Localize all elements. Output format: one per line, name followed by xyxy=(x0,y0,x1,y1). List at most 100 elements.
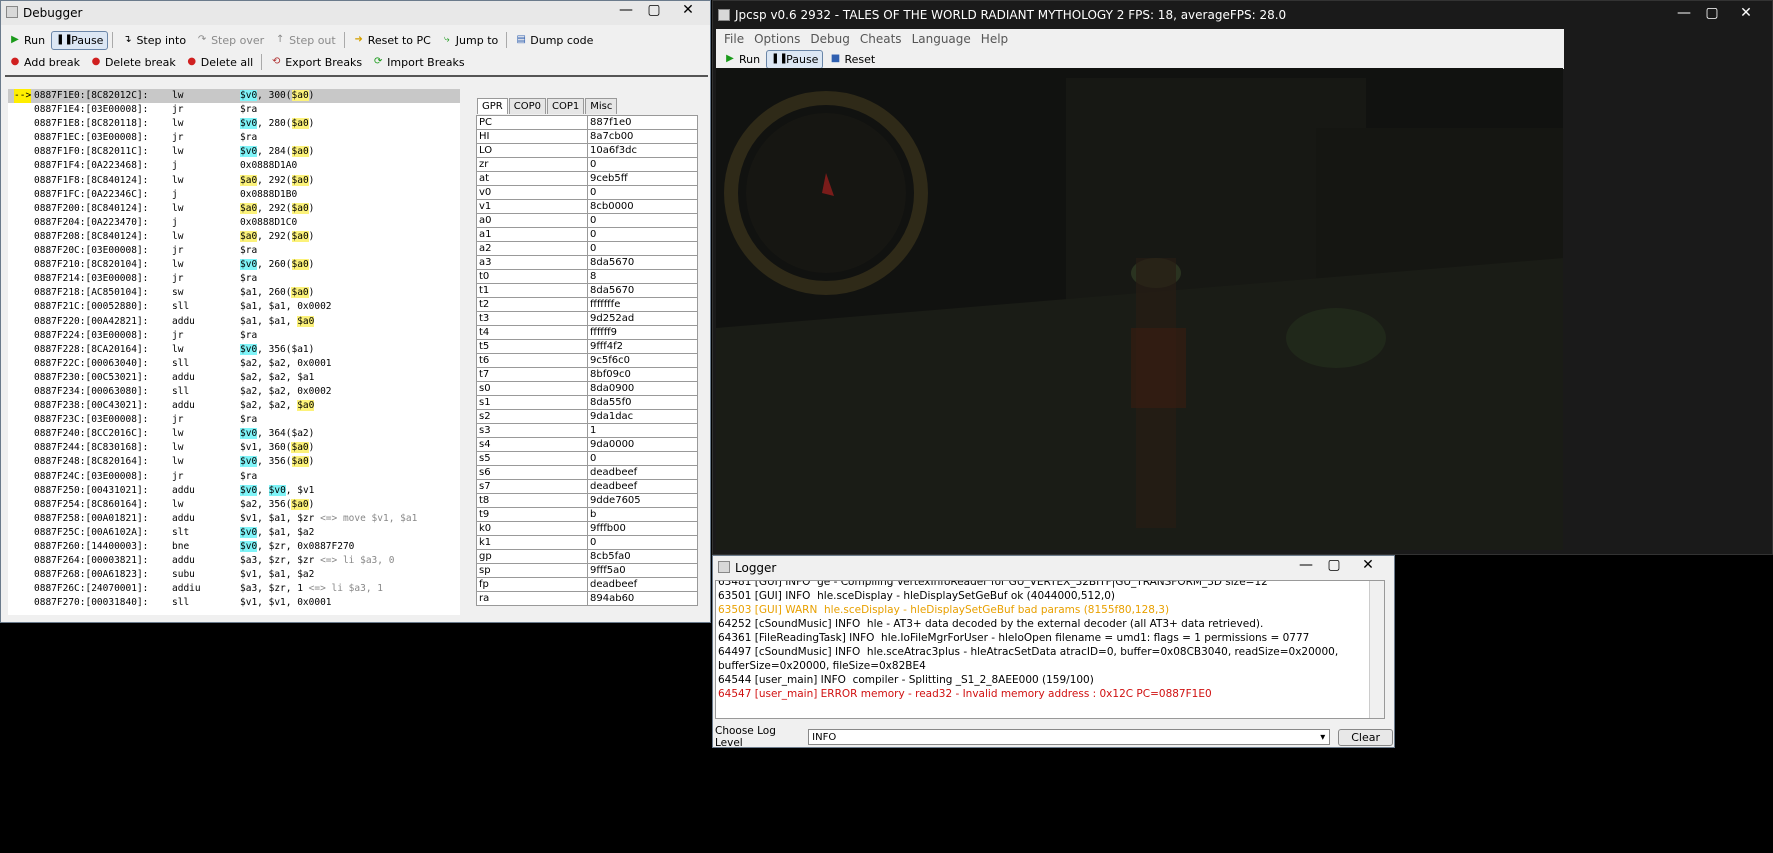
asm-row[interactable]: 0887F234:[00063080]: sll $a2, $a2, 0x0002 xyxy=(8,385,460,399)
asm-row[interactable]: 0887F218:[AC850104]: sw $a1, 260($a0) xyxy=(8,286,460,300)
asm-row[interactable]: 0887F254:[8C860164]: lw $a2, 356($a0) xyxy=(8,498,460,512)
close-icon[interactable]: ✕ xyxy=(668,1,708,19)
register-value[interactable]: 8cb0000 xyxy=(587,199,698,214)
tab-misc[interactable]: Misc xyxy=(585,98,618,114)
log-level-select[interactable]: INFO ▾ xyxy=(808,729,1331,745)
asm-row[interactable]: 0887F238:[00C43021]: addu $a2, $a2, $a0 xyxy=(8,399,460,413)
maximize-icon[interactable]: ▢ xyxy=(1698,4,1726,22)
menu-help[interactable]: Help xyxy=(981,29,1008,49)
register-value[interactable]: 8da0900 xyxy=(587,381,698,396)
asm-row[interactable]: 0887F1E8:[8C820118]: lw $v0, 280($a0) xyxy=(8,117,460,131)
asm-row[interactable]: 0887F200:[8C840124]: lw $a0, 292($a0) xyxy=(8,202,460,216)
asm-row[interactable]: 0887F24C:[03E00008]: jr $ra xyxy=(8,470,460,484)
add-break-button[interactable]: ● Add break xyxy=(5,54,84,71)
asm-row[interactable]: 0887F270:[00031840]: sll $v1, $v1, 0x0001 xyxy=(8,596,460,610)
asm-row[interactable]: 0887F1F4:[0A223468]: j 0x0888D1A0 xyxy=(8,159,460,173)
register-value[interactable]: 9d252ad xyxy=(587,311,698,326)
asm-row[interactable]: 0887F244:[8C830168]: lw $v1, 360($a0) xyxy=(8,441,460,455)
asm-row[interactable]: 0887F250:[00431021]: addu $v0, $v0, $v1 xyxy=(8,484,460,498)
maximize-icon[interactable]: ▢ xyxy=(640,1,668,19)
register-value[interactable]: 8da5670 xyxy=(587,255,698,270)
asm-row[interactable]: 0887F1F0:[8C82011C]: lw $v0, 284($a0) xyxy=(8,145,460,159)
register-value[interactable]: 9ceb5ff xyxy=(587,171,698,186)
register-value[interactable]: 8da5670 xyxy=(587,283,698,298)
register-value[interactable]: 0 xyxy=(587,227,698,242)
register-value[interactable]: 8 xyxy=(587,269,698,284)
reset-to-pc-button[interactable]: ➜ Reset to PC xyxy=(349,32,435,49)
minimize-icon[interactable]: — xyxy=(612,1,640,19)
asm-row[interactable]: 0887F21C:[00052880]: sll $a1, $a1, 0x0002 xyxy=(8,300,460,314)
menu-file[interactable]: File xyxy=(724,29,744,49)
asm-row[interactable]: 0887F268:[00A61823]: subu $v1, $a1, $a2 xyxy=(8,568,460,582)
menu-language[interactable]: Language xyxy=(912,29,971,49)
close-icon[interactable]: ✕ xyxy=(1726,4,1766,22)
register-value[interactable]: 9fff4f2 xyxy=(587,339,698,354)
tab-cop0[interactable]: COP0 xyxy=(508,98,546,114)
asm-row[interactable]: 0887F208:[8C840124]: lw $a0, 292($a0) xyxy=(8,230,460,244)
register-value[interactable]: deadbeef xyxy=(587,479,698,494)
register-value[interactable]: 8a7cb00 xyxy=(587,129,698,144)
asm-row[interactable]: 0887F214:[03E00008]: jr $ra xyxy=(8,272,460,286)
delete-break-button[interactable]: ● Delete break xyxy=(86,54,180,71)
clear-button[interactable]: Clear xyxy=(1338,728,1393,746)
asm-row[interactable]: 0887F264:[00003821]: addu $a3, $zr, $zr <=… xyxy=(8,554,460,568)
register-value[interactable]: 894ab60 xyxy=(587,591,698,606)
log-output[interactable]: 63481 [GUI] INFO ge - Compiling VertexIn… xyxy=(715,580,1385,719)
asm-row[interactable]: 0887F1FC:[0A22346C]: j 0x0888D1B0 xyxy=(8,188,460,202)
jump-to-button[interactable]: ⤷ Jump to xyxy=(437,32,502,49)
register-value[interactable]: 8bf09c0 xyxy=(587,367,698,382)
tab-gpr[interactable]: GPR xyxy=(477,98,508,114)
run-button[interactable]: ▶ Run xyxy=(5,32,49,49)
asm-row[interactable]: 0887F258:[00A01821]: addu $v1, $a1, $zr <=… xyxy=(8,512,460,526)
register-value[interactable]: 887f1e0 xyxy=(587,115,698,130)
asm-row[interactable]: 0887F204:[0A223470]: j 0x0888D1C0 xyxy=(8,216,460,230)
register-value[interactable]: 9fffb00 xyxy=(587,521,698,536)
register-value[interactable]: 9c5f6c0 xyxy=(587,353,698,368)
menu-debug[interactable]: Debug xyxy=(810,29,849,49)
asm-row[interactable]: 0887F210:[8C820104]: lw $v0, 260($a0) xyxy=(8,258,460,272)
register-value[interactable]: 9dde7605 xyxy=(587,493,698,508)
asm-row[interactable]: --> 0887F1E0:[8C82012C]: lw $v0, 300($a0) xyxy=(8,89,460,104)
dump-code-button[interactable]: ▤ Dump code xyxy=(511,32,597,49)
asm-row[interactable]: 0887F22C:[00063040]: sll $a2, $a2, 0x0001 xyxy=(8,357,460,371)
menu-cheats[interactable]: Cheats xyxy=(860,29,902,49)
register-value[interactable]: b xyxy=(587,507,698,522)
minimize-icon[interactable]: — xyxy=(1292,556,1320,574)
register-value[interactable]: deadbeef xyxy=(587,577,698,592)
register-value[interactable]: deadbeef xyxy=(587,465,698,480)
register-value[interactable]: 0 xyxy=(587,241,698,256)
register-value[interactable]: 10a6f3dc xyxy=(587,143,698,158)
step-into-button[interactable]: ↴ Step into xyxy=(117,32,190,49)
register-value[interactable]: 0 xyxy=(587,535,698,550)
register-value[interactable]: fffffffe xyxy=(587,297,698,312)
register-value[interactable]: 0 xyxy=(587,157,698,172)
emu-reset-button[interactable]: ■ Reset xyxy=(825,51,879,68)
asm-row[interactable]: 0887F230:[00C53021]: addu $a2, $a2, $a1 xyxy=(8,371,460,385)
disassembly-list[interactable]: --> 0887F1E0:[8C82012C]: lw $v0, 300($a0) 08… xyxy=(8,89,460,615)
register-value[interactable]: 8cb5fa0 xyxy=(587,549,698,564)
register-value[interactable]: 1 xyxy=(587,423,698,438)
register-value[interactable]: 9da0000 xyxy=(587,437,698,452)
asm-row[interactable]: 0887F1E4:[03E00008]: jr $ra xyxy=(8,103,460,117)
asm-row[interactable]: 0887F25C:[00A6102A]: slt $v0, $a1, $a2 xyxy=(8,526,460,540)
asm-row[interactable]: 0887F23C:[03E00008]: jr $ra xyxy=(8,413,460,427)
delete-all-button[interactable]: ● Delete all xyxy=(182,54,258,71)
emu-pause-button[interactable]: ❚❚ Pause xyxy=(766,49,824,69)
asm-row[interactable]: 0887F1EC:[03E00008]: jr $ra xyxy=(8,131,460,145)
register-value[interactable]: 0 xyxy=(587,451,698,466)
asm-row[interactable]: 0887F220:[00A42821]: addu $a1, $a1, $a0 xyxy=(8,315,460,329)
minimize-icon[interactable]: — xyxy=(1670,4,1698,22)
emulator-titlebar[interactable]: Jpcsp v0.6 2932 - TALES OF THE WORLD RAD… xyxy=(713,1,1772,29)
asm-row[interactable]: 0887F228:[8CA20164]: lw $v0, 356($a1) xyxy=(8,343,460,357)
asm-row[interactable]: 0887F248:[8C820164]: lw $v0, 356($a0) xyxy=(8,455,460,469)
logger-titlebar[interactable]: Logger — ▢ ✕ xyxy=(713,556,1394,580)
asm-row[interactable]: 0887F26C:[24070001]: addiu $a3, $zr, 1 <=>… xyxy=(8,582,460,596)
register-value[interactable]: 9fff5a0 xyxy=(587,563,698,578)
menu-options[interactable]: Options xyxy=(754,29,800,49)
register-value[interactable]: 8da55f0 xyxy=(587,395,698,410)
maximize-icon[interactable]: ▢ xyxy=(1320,556,1348,574)
register-value[interactable]: 0 xyxy=(587,213,698,228)
step-over-button[interactable]: ↷ Step over xyxy=(192,32,268,49)
register-value[interactable]: ffffff9 xyxy=(587,325,698,340)
tab-cop1[interactable]: COP1 xyxy=(546,98,585,114)
